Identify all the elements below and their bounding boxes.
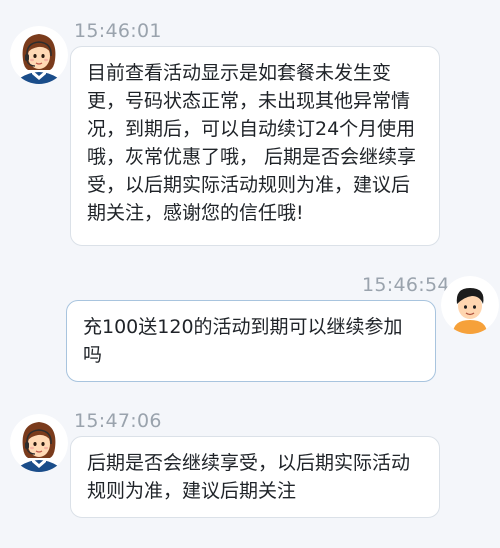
message-timestamp: 15:46:01 [74, 20, 162, 42]
agent-message-bubble: 后期是否会继续享受，以后期实际活动规则为准，建议后期关注 [70, 436, 440, 518]
agent-avatar-icon[interactable] [10, 414, 68, 472]
message-timestamp: 15:47:06 [74, 410, 162, 432]
chat-window: 15:46:01 目前查看活动显示是如套餐未发生变更，号码状态正常，未出现其他异… [0, 0, 500, 548]
user-message-bubble: 充100送120的活动到期可以继续参加吗 [66, 300, 436, 382]
agent-message-bubble: 目前查看活动显示是如套餐未发生变更，号码状态正常，未出现其他异常情况，到期后，可… [70, 46, 440, 246]
user-avatar-icon[interactable] [441, 276, 499, 334]
message-timestamp: 15:46:54 [362, 274, 450, 296]
agent-avatar-icon[interactable] [10, 26, 68, 84]
